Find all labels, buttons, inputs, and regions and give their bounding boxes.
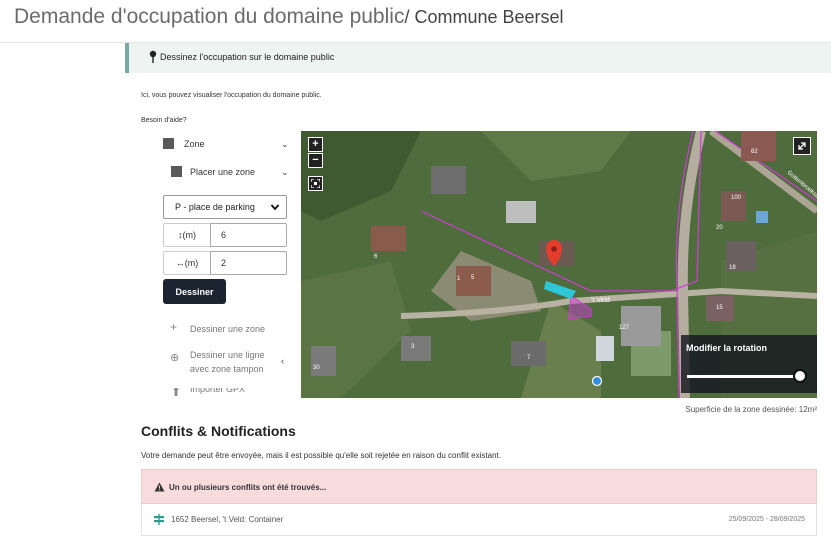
conflict-item-text: 1652 Beersel, 't Veld: Container <box>171 515 284 524</box>
rotation-control: Modifier la rotation <box>681 335 817 393</box>
warning-icon <box>154 482 165 492</box>
house-number: 15 <box>716 305 723 311</box>
chevron-down-icon[interactable]: ⌄ <box>281 139 289 150</box>
house-number: 20 <box>716 225 723 231</box>
page-header: Demande d'occupation du domaine public/ … <box>0 0 831 43</box>
gpx-tool-clip: ⬆ Importer GPX <box>163 388 293 396</box>
house-number: 30 <box>313 365 320 371</box>
plus-circle-icon: ⊕ <box>170 352 180 364</box>
house-number: 100 <box>731 195 742 201</box>
page-title: Demande d'occupation du domaine public/ … <box>14 5 564 29</box>
draw-line-tool[interactable]: Dessiner une ligne avec zone tampon <box>190 348 280 376</box>
info-banner-text: Dessinez l'occupation sur le domaine pub… <box>160 52 335 62</box>
title-separator: / <box>404 7 415 27</box>
signpost-icon <box>154 514 164 525</box>
plus-icon: + <box>170 320 178 334</box>
height-input[interactable]: 6 <box>210 223 287 247</box>
house-number: 18 <box>729 265 736 271</box>
width-input[interactable]: 2 <box>210 251 287 275</box>
intro-text: Ici, vous pouvez visualiser l'occupation… <box>141 92 322 99</box>
chevron-down-icon[interactable]: ⌄ <box>281 167 289 178</box>
height-label: ↕(m) <box>163 223 210 247</box>
chevron-left-icon[interactable]: ‹ <box>281 356 284 366</box>
draw-button[interactable]: Dessiner <box>163 279 226 304</box>
map-view[interactable]: 't Veld Gottenbroekstraat 1 5 6 3 7 127 … <box>301 131 817 398</box>
chevron-down-icon <box>270 204 280 211</box>
house-number: 62 <box>751 149 758 155</box>
rotation-slider-track[interactable] <box>687 375 799 378</box>
commune-name: Commune Beersel <box>414 7 564 27</box>
conflict-item-dates: 25/09/2025 - 28/09/2025 <box>728 516 805 523</box>
width-field[interactable]: ↔(m) 2 <box>163 251 287 275</box>
width-label: ↔(m) <box>163 251 210 275</box>
help-link[interactable]: Besoin d'aide? <box>141 117 187 124</box>
fit-extent-button[interactable] <box>308 176 323 191</box>
map-pin-icon <box>149 50 157 63</box>
zone-toggle[interactable]: Zone <box>163 138 205 149</box>
fit-extent-icon <box>311 179 320 188</box>
zone-type-select[interactable]: P - place de parking <box>163 195 287 219</box>
zone-label: Zone <box>184 138 205 149</box>
conflicts-notice: Votre demande peut être envoyée, mais il… <box>141 451 501 460</box>
rotation-label: Modifier la rotation <box>686 343 767 353</box>
rotation-slider-knob[interactable] <box>793 369 807 383</box>
zone-type-value: P - place de parking <box>175 202 255 212</box>
conflict-item[interactable]: 1652 Beersel, 't Veld: Container 25/09/2… <box>141 504 817 536</box>
house-number: 127 <box>619 325 630 331</box>
placer-label: Placer une zone <box>190 166 256 177</box>
height-field[interactable]: ↕(m) 6 <box>163 223 287 247</box>
import-gpx-tool[interactable]: Importer GPX <box>190 388 245 396</box>
street-label: 't Veld <box>591 297 610 304</box>
zone-square-icon <box>163 138 174 149</box>
placer-square-icon <box>171 166 182 177</box>
info-banner: Dessinez l'occupation sur le domaine pub… <box>125 43 831 73</box>
draw-zone-tool[interactable]: Dessiner une zone <box>190 322 265 336</box>
zoom-out-button[interactable]: − <box>308 153 323 168</box>
zoom-in-button[interactable]: + <box>308 137 323 152</box>
expand-icon <box>798 142 806 150</box>
conflict-alert-text: Un ou plusieurs conflits ont été trouvés… <box>169 483 327 492</box>
conflict-alert[interactable]: Un ou plusieurs conflits ont été trouvés… <box>141 469 817 504</box>
title-text: Demande d'occupation du domaine public <box>14 5 405 28</box>
surface-area-text: Superficie de la zone dessinée: 12m² <box>685 405 817 414</box>
fullscreen-button[interactable] <box>793 137 811 155</box>
conflicts-heading: Conflits & Notifications <box>141 423 296 439</box>
placer-zone-toggle[interactable]: Placer une zone <box>171 166 255 177</box>
upload-icon: ⬆ <box>171 388 182 396</box>
